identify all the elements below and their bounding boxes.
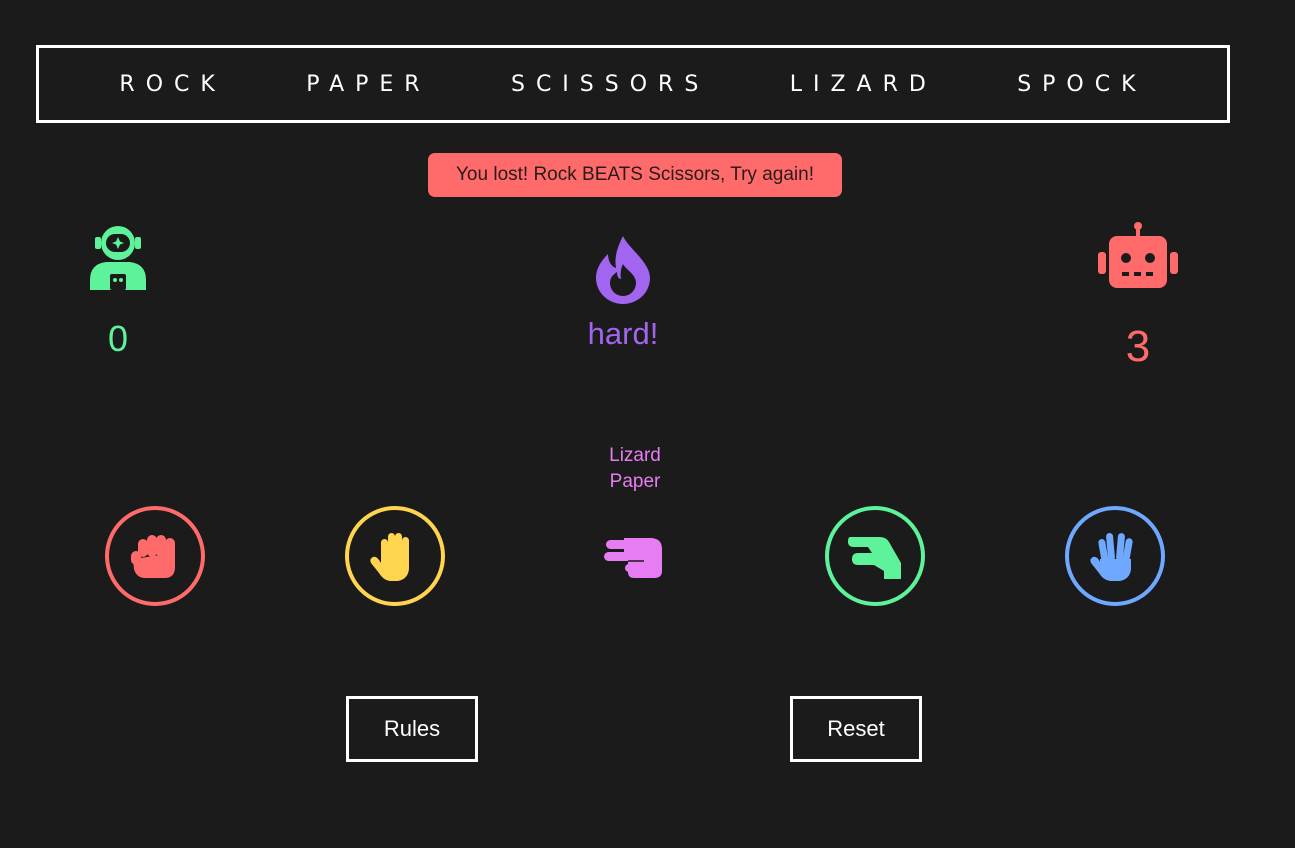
title-word-lizard: LIZARD bbox=[789, 71, 937, 97]
result-message: You lost! Rock BEATS Scissors, Try again… bbox=[428, 153, 842, 197]
hand-scissors-icon bbox=[604, 538, 662, 578]
hand-spock-icon bbox=[1090, 532, 1133, 581]
title-word-paper: PAPER bbox=[306, 71, 431, 97]
scissors-choice-button[interactable] bbox=[585, 506, 685, 606]
rock-choice-button[interactable] bbox=[105, 506, 205, 606]
game-stage: ROCK PAPER SCISSORS LIZARD SPOCK You los… bbox=[0, 0, 1295, 848]
fire-icon bbox=[590, 234, 656, 304]
hint-line-1: Lizard bbox=[609, 445, 661, 466]
computer-score: 3 bbox=[1125, 322, 1151, 371]
scissors-beats-hint: Lizard Paper bbox=[580, 443, 690, 495]
hand-rock-icon bbox=[131, 535, 175, 578]
title-word-scissors: SCISSORS bbox=[510, 71, 710, 97]
title-word-spock: SPOCK bbox=[1017, 71, 1147, 97]
title-word-rock: ROCK bbox=[119, 71, 226, 97]
player-score: 0 bbox=[107, 318, 129, 359]
difficulty-label: hard! bbox=[587, 316, 659, 351]
hand-lizard-icon bbox=[848, 537, 901, 579]
rules-button[interactable]: Rules bbox=[346, 696, 478, 762]
hand-paper-icon bbox=[370, 533, 409, 581]
spock-choice-button[interactable] bbox=[1065, 506, 1165, 606]
astronaut-icon bbox=[86, 222, 150, 290]
title-banner: ROCK PAPER SCISSORS LIZARD SPOCK bbox=[36, 45, 1230, 123]
reset-button[interactable]: Reset bbox=[790, 696, 922, 762]
robot-icon bbox=[1096, 222, 1180, 290]
lizard-choice-button[interactable] bbox=[825, 506, 925, 606]
hint-line-2: Paper bbox=[609, 471, 661, 492]
paper-choice-button[interactable] bbox=[345, 506, 445, 606]
